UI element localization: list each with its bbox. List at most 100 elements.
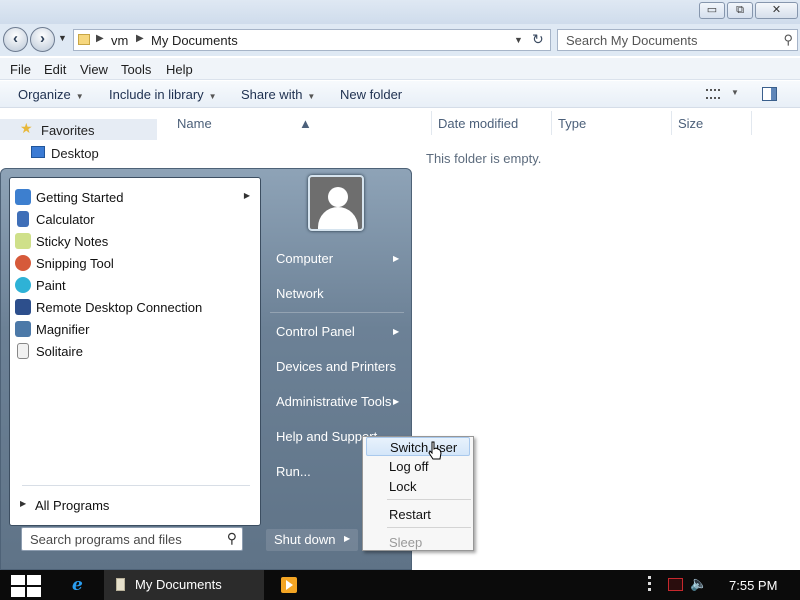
submenu-arrow-icon: ▶ [243,191,250,200]
program-calculator[interactable]: Calculator [10,208,260,230]
menu-item-restart[interactable]: Restart [366,505,470,524]
document-folder-icon [116,578,125,591]
network-tray-icon[interactable] [668,578,683,591]
nav-item-desktop[interactable]: Desktop [0,142,157,163]
caption-buttons: ▭ ⧉ ✕ [699,2,798,19]
search-icon[interactable]: ⚲ [783,32,793,48]
start-button[interactable] [11,575,42,597]
start-link-control-panel[interactable]: Control Panel [276,324,355,339]
search-programs-input[interactable]: Search programs and files ⚲ [21,527,243,551]
program-sticky-notes[interactable]: Sticky Notes [10,230,260,252]
start-link-run[interactable]: Run... [276,464,311,479]
close-button[interactable]: ✕ [755,2,798,19]
column-size[interactable]: Size [678,116,703,131]
search-box[interactable]: Search My Documents ⚲ [557,29,798,51]
nav-item-favorites[interactable]: ★ Favorites [0,119,157,140]
breadcrumb-chevron-icon[interactable]: ▶ [136,33,144,44]
breadcrumb-chevron-icon[interactable]: ▶ [96,33,104,44]
getting-started-icon [15,189,31,205]
breadcrumb-my-documents[interactable]: My Documents [151,33,238,48]
start-link-computer[interactable]: Computer [276,251,333,266]
column-name[interactable]: Name [177,116,212,131]
menu-item-switch-user[interactable]: Switch user [366,437,470,456]
taskbar: e My Documents 🔈 7:55 PM [0,570,800,600]
menu-separator [387,527,471,528]
preview-pane-icon[interactable] [762,87,777,101]
solitaire-icon [17,343,29,359]
menu-item-log-off[interactable]: Log off [366,457,470,476]
start-link-devices-printers[interactable]: Devices and Printers [276,359,396,374]
refresh-icon[interactable]: ↻ [532,31,544,48]
menu-bar: File Edit View Tools Help [0,58,800,80]
program-label: Paint [36,278,66,293]
forward-button[interactable]: › [30,27,55,52]
program-label: Snipping Tool [36,256,114,271]
user-avatar[interactable] [308,175,364,231]
nav-item-label: Favorites [41,123,95,138]
folder-icon [78,34,90,45]
shutdown-options-arrow-icon[interactable]: ▶ [344,534,350,543]
column-date-modified[interactable]: Date modified [438,116,518,131]
sort-indicator-icon: ▲ [299,116,312,131]
start-link-network[interactable]: Network [276,286,324,301]
taskbar-item-my-documents[interactable]: My Documents [104,570,264,600]
recent-pages-dropdown-icon[interactable]: ▼ [58,33,67,43]
media-player-icon[interactable] [281,577,297,593]
submenu-arrow-icon: ▶ [393,327,400,336]
command-bar: Organize ▼ Include in library ▼ Share with… [0,81,800,108]
search-icon[interactable]: ⚲ [227,530,237,547]
menu-edit[interactable]: Edit [44,62,66,77]
programs-separator [22,485,250,486]
column-divider[interactable] [431,111,432,135]
program-snipping-tool[interactable]: Snipping Tool [10,252,260,274]
breadcrumb-vm[interactable]: vm [111,33,128,48]
start-link-administrative-tools[interactable]: Administrative Tools [276,394,391,409]
share-with-button[interactable]: Share with ▼ [241,87,315,102]
column-divider[interactable] [751,111,752,135]
title-bar: ▭ ⧉ ✕ [0,0,800,24]
column-divider[interactable] [551,111,552,135]
internet-explorer-icon[interactable]: e [72,575,83,595]
menu-tools[interactable]: Tools [121,62,151,77]
user-head-icon [328,187,348,207]
nav-item-label: Desktop [51,146,99,161]
all-programs-button[interactable]: ▶ All Programs [10,494,260,516]
back-button[interactable]: ‹ [3,27,28,52]
user-body-icon [318,207,358,229]
view-options-icon[interactable] [706,89,720,99]
program-label: Magnifier [36,322,90,337]
desktop-icon [31,146,45,158]
sticky-notes-icon [15,233,31,249]
taskbar-clock[interactable]: 7:55 PM [729,578,777,593]
new-folder-button[interactable]: New folder [340,87,402,102]
program-getting-started[interactable]: Getting Started ▶ [10,186,260,208]
menu-help[interactable]: Help [166,62,193,77]
program-remote-desktop[interactable]: Remote Desktop Connection [10,296,260,318]
search-placeholder: Search My Documents [566,33,698,48]
address-bar[interactable]: ▶ vm ▶ My Documents ▼ ↻ [73,29,551,51]
organize-button[interactable]: Organize ▼ [18,87,84,102]
include-in-library-button[interactable]: Include in library ▼ [109,87,217,102]
program-paint[interactable]: Paint [10,274,260,296]
shutdown-button[interactable]: Shut down ▶ [266,529,358,551]
menu-view[interactable]: View [80,62,108,77]
program-label: Getting Started [36,190,124,205]
menu-file[interactable]: File [10,62,31,77]
column-type[interactable]: Type [558,116,586,131]
minimize-button[interactable]: ▭ [699,2,725,19]
program-magnifier[interactable]: Magnifier [10,318,260,340]
tray-overflow-icon[interactable] [648,576,652,594]
restore-button[interactable]: ⧉ [727,2,753,19]
all-programs-label: All Programs [35,498,110,513]
program-label: Remote Desktop Connection [36,300,203,315]
program-solitaire[interactable]: Solitaire [10,340,260,362]
expand-arrow-icon: ▶ [20,499,27,508]
volume-tray-icon[interactable]: 🔈 [690,575,707,592]
menu-item-lock[interactable]: Lock [366,477,470,496]
taskbar-item-label: My Documents [135,577,222,592]
view-dropdown-icon[interactable]: ▼ [731,88,739,97]
address-dropdown-icon[interactable]: ▼ [514,35,523,45]
empty-folder-message: This folder is empty. [426,151,542,166]
search-programs-placeholder: Search programs and files [30,532,182,547]
column-divider[interactable] [671,111,672,135]
